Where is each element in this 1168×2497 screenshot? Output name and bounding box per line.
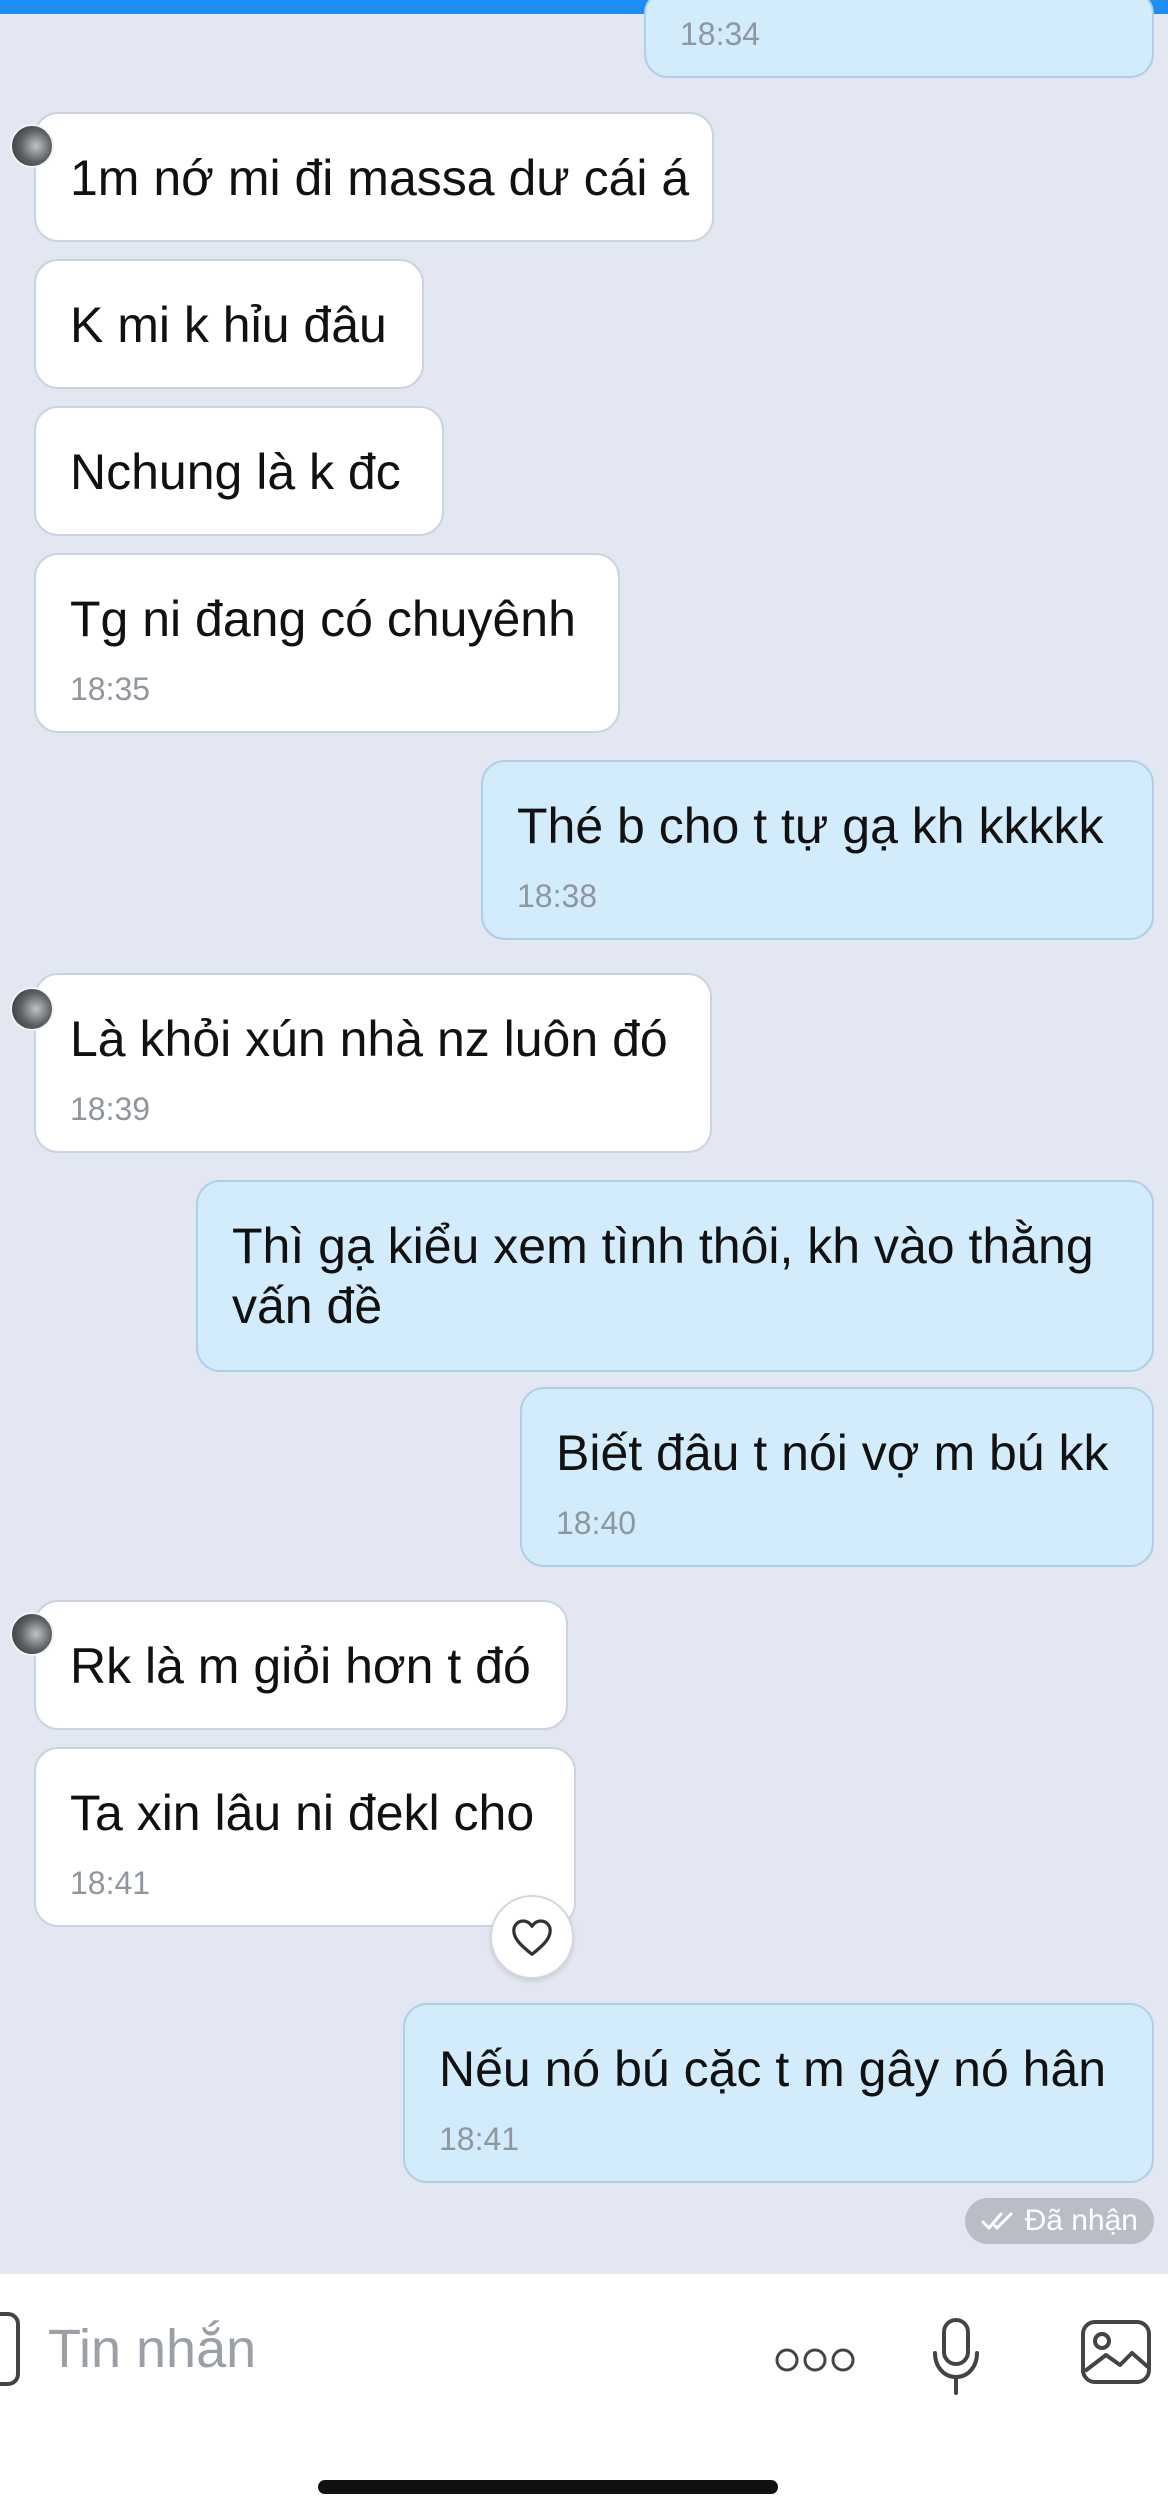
reaction-button[interactable] [490,1895,574,1979]
message-bubble-outgoing[interactable]: Biết đâu t nói vợ m bú kk 18:40 [520,1387,1154,1567]
message-text: Rk là m giỏi hơn t đó [70,1638,531,1694]
message-composer: Tin nhắn [0,2274,1168,2497]
message-text: Thé b cho t tự gạ kh kkkkk [517,798,1104,854]
message-time: 18:40 [556,1505,637,1541]
message-bubble-outgoing[interactable]: Nếu nó bú cặc t m gây nó hân 18:41 [403,2003,1154,2183]
message-bubble-incoming[interactable]: Ta xin lâu ni đekl cho 18:41 [34,1747,576,1927]
heart-icon [512,1919,552,1956]
message-bubble-outgoing[interactable]: Thì gạ kiểu xem tình thôi, kh vào thằng … [196,1180,1154,1372]
message-bubble-incoming[interactable]: Nchung là k đc [34,406,444,536]
delivery-status-badge: Đã nhận [964,2198,1154,2244]
message-text: 1m nớ mi đi massa dư cái á [70,150,690,206]
message-bubble-incoming[interactable]: Rk là m giỏi hơn t đó [10,1600,568,1730]
message-bubble-outgoing[interactable]: 18:34 [644,0,1154,78]
message-bubble-incoming[interactable]: K mi k hỉu đâu [34,259,424,389]
emoji-button-edge[interactable] [0,2312,20,2386]
delivery-status-label: Đã nhận [1024,2204,1138,2237]
message-time: 18:34 [680,16,761,52]
message-text: Tg ni đang có chuyênh [70,591,576,647]
message-time: 18:39 [70,1091,151,1127]
message-text: Thì gạ kiểu xem tình thôi, kh vào thằng … [232,1218,1094,1334]
message-time: 18:41 [70,1865,151,1901]
message-text: Nếu nó bú cặc t m gây nó hân [439,2041,1107,2097]
double-check-icon [981,2212,1013,2230]
message-text: Biết đâu t nói vợ m bú kk [556,1425,1109,1481]
image-icon[interactable] [1078,2316,1154,2388]
message-time: 18:38 [517,878,598,914]
message-text: K mi k hỉu đâu [70,297,387,353]
message-bubble-incoming[interactable]: 1m nớ mi đi massa dư cái á [10,112,714,242]
microphone-icon[interactable] [926,2312,986,2402]
message-input[interactable]: Tin nhắn [48,2318,256,2380]
message-bubble-outgoing[interactable]: Thé b cho t tự gạ kh kkkkk 18:38 [481,760,1154,940]
more-icon[interactable] [770,2340,860,2380]
message-bubble-incoming[interactable]: Là khỏi xún nhà nz luôn đó 18:39 [10,973,712,1153]
home-indicator [318,2480,778,2494]
message-text: Nchung là k đc [70,444,401,500]
message-time: 18:35 [70,671,151,707]
message-bubble-incoming[interactable]: Tg ni đang có chuyênh 18:35 [34,553,620,733]
avatar[interactable] [10,124,54,168]
avatar[interactable] [10,987,54,1031]
avatar[interactable] [10,1612,54,1656]
message-text: Là khỏi xún nhà nz luôn đó [70,1011,668,1067]
message-text: Ta xin lâu ni đekl cho [70,1785,535,1841]
message-time: 18:41 [439,2121,520,2157]
